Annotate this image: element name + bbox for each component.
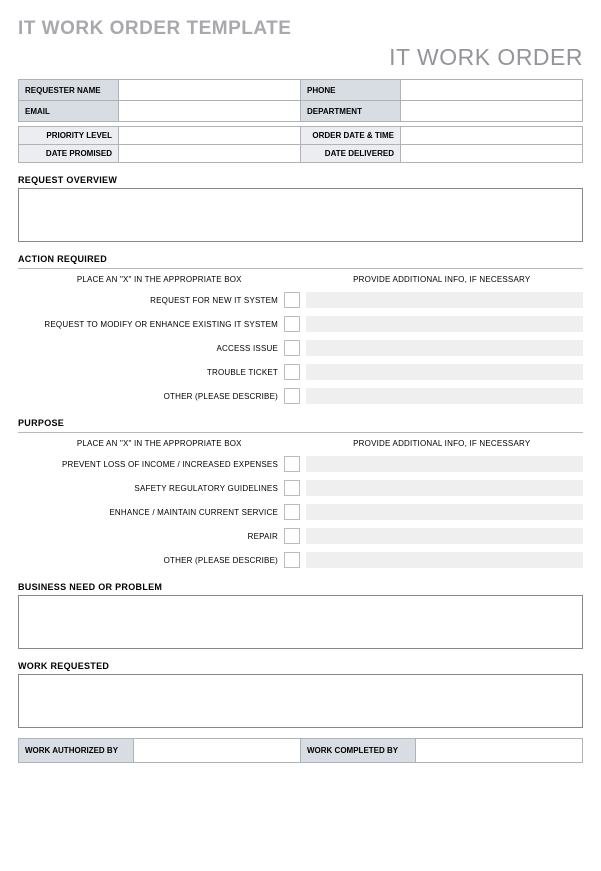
purpose-item-row: SAFETY REGULATORY GUIDELINES [18,478,583,498]
purpose-header-right: PROVIDE ADDITIONAL INFO, IF NECESSARY [301,437,584,454]
date-delivered-label: DATE DELIVERED [301,145,401,163]
priority-field[interactable] [119,127,301,145]
action-item-info-field[interactable] [306,364,583,380]
meta-table: PRIORITY LEVEL ORDER DATE & TIME DATE PR… [18,126,583,163]
action-item-checkbox[interactable] [284,340,300,356]
date-promised-label: DATE PROMISED [19,145,119,163]
purpose-item-checkbox[interactable] [284,552,300,568]
page-subtitle: IT WORK ORDER [18,44,583,71]
action-item-label: ACCESS ISSUE [18,344,284,353]
authorized-by-label: WORK AUTHORIZED BY [19,739,134,763]
purpose-section: PLACE AN "X" IN THE APPROPRIATE BOX PROV… [18,432,583,570]
action-item-info-field[interactable] [306,292,583,308]
purpose-item-info-field[interactable] [306,504,583,520]
department-label: DEPARTMENT [301,101,401,122]
order-date-field[interactable] [401,127,583,145]
page-title: IT WORK ORDER TEMPLATE [18,18,583,40]
action-item-checkbox[interactable] [284,316,300,332]
overview-heading: REQUEST OVERVIEW [18,175,583,185]
requester-name-field[interactable] [119,80,301,101]
purpose-item-info-field[interactable] [306,480,583,496]
purpose-item-row: ENHANCE / MAINTAIN CURRENT SERVICE [18,502,583,522]
action-item-row: OTHER (PLEASE DESCRIBE) [18,386,583,406]
phone-field[interactable] [401,80,583,101]
work-textarea[interactable] [18,674,583,728]
overview-textarea[interactable] [18,188,583,242]
purpose-item-row: OTHER (PLEASE DESCRIBE) [18,550,583,570]
business-heading: BUSINESS NEED OR PROBLEM [18,582,583,592]
action-item-row: ACCESS ISSUE [18,338,583,358]
requester-name-label: REQUESTER NAME [19,80,119,101]
action-item-info-field[interactable] [306,316,583,332]
action-item-row: REQUEST FOR NEW IT SYSTEM [18,290,583,310]
action-item-info-field[interactable] [306,388,583,404]
purpose-item-info-field[interactable] [306,552,583,568]
purpose-header-left: PLACE AN "X" IN THE APPROPRIATE BOX [18,437,301,454]
purpose-item-label: SAFETY REGULATORY GUIDELINES [18,484,284,493]
action-item-checkbox[interactable] [284,364,300,380]
completed-by-label: WORK COMPLETED BY [301,739,416,763]
purpose-item-row: REPAIR [18,526,583,546]
work-heading: WORK REQUESTED [18,661,583,671]
purpose-item-label: REPAIR [18,532,284,541]
action-item-label: TROUBLE TICKET [18,368,284,377]
action-item-row: TROUBLE TICKET [18,362,583,382]
authorized-by-field[interactable] [134,739,301,763]
requester-table: REQUESTER NAME PHONE EMAIL DEPARTMENT [18,79,583,122]
action-section: PLACE AN "X" IN THE APPROPRIATE BOX PROV… [18,268,583,406]
phone-label: PHONE [301,80,401,101]
purpose-item-row: PREVENT LOSS OF INCOME / INCREASED EXPEN… [18,454,583,474]
signature-table: WORK AUTHORIZED BY WORK COMPLETED BY [18,738,583,763]
purpose-item-info-field[interactable] [306,456,583,472]
action-header-right: PROVIDE ADDITIONAL INFO, IF NECESSARY [301,273,584,290]
action-item-row: REQUEST TO MODIFY OR ENHANCE EXISTING IT… [18,314,583,334]
purpose-item-info-field[interactable] [306,528,583,544]
action-item-label: REQUEST TO MODIFY OR ENHANCE EXISTING IT… [18,320,284,329]
date-promised-field[interactable] [119,145,301,163]
action-item-label: REQUEST FOR NEW IT SYSTEM [18,296,284,305]
email-label: EMAIL [19,101,119,122]
purpose-item-label: OTHER (PLEASE DESCRIBE) [18,556,284,565]
action-header-left: PLACE AN "X" IN THE APPROPRIATE BOX [18,273,301,290]
business-textarea[interactable] [18,595,583,649]
order-date-label: ORDER DATE & TIME [301,127,401,145]
email-field[interactable] [119,101,301,122]
action-item-checkbox[interactable] [284,292,300,308]
purpose-item-label: PREVENT LOSS OF INCOME / INCREASED EXPEN… [18,460,284,469]
purpose-item-checkbox[interactable] [284,528,300,544]
date-delivered-field[interactable] [401,145,583,163]
purpose-item-checkbox[interactable] [284,480,300,496]
action-item-label: OTHER (PLEASE DESCRIBE) [18,392,284,401]
purpose-item-checkbox[interactable] [284,504,300,520]
completed-by-field[interactable] [416,739,583,763]
purpose-heading: PURPOSE [18,418,583,428]
action-heading: ACTION REQUIRED [18,254,583,264]
department-field[interactable] [401,101,583,122]
purpose-item-label: ENHANCE / MAINTAIN CURRENT SERVICE [18,508,284,517]
action-item-info-field[interactable] [306,340,583,356]
purpose-item-checkbox[interactable] [284,456,300,472]
priority-label: PRIORITY LEVEL [19,127,119,145]
action-item-checkbox[interactable] [284,388,300,404]
